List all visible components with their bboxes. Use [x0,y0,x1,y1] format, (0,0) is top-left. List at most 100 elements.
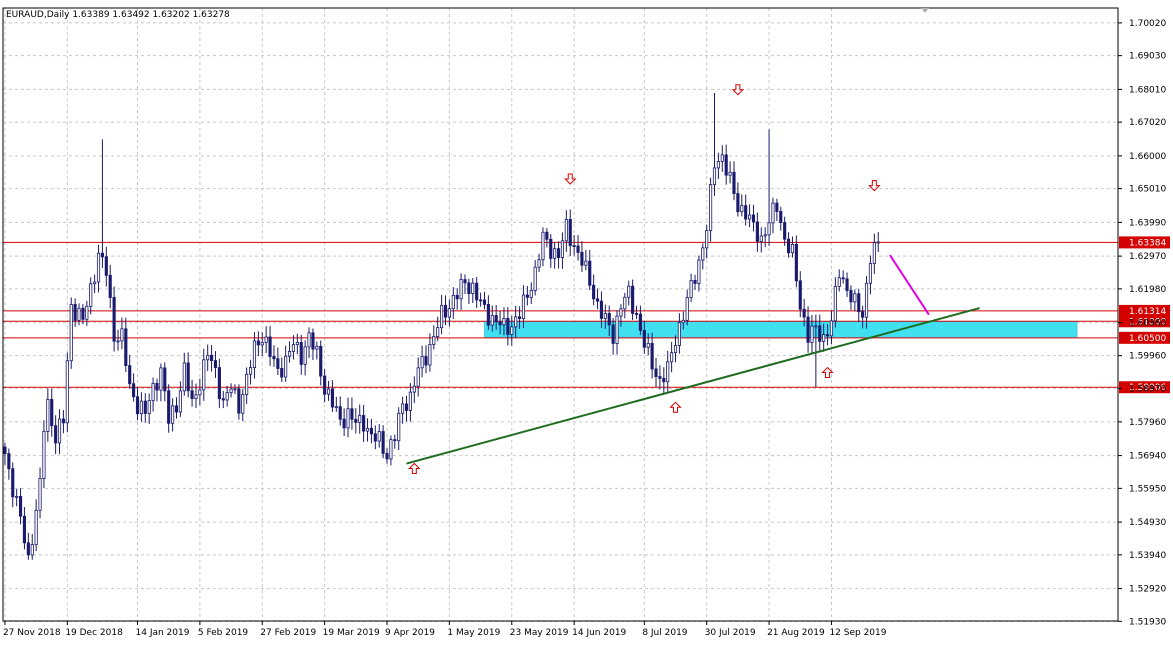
candle-bullish [229,388,233,394]
candle-bullish [15,496,19,498]
candle-bullish [77,307,81,321]
candle-bearish [494,315,498,323]
candle-bearish [525,294,529,298]
y-tick-label: 1.68010 [1129,85,1166,95]
candle-bearish [693,280,697,284]
candle-bearish [818,325,822,342]
candle-bearish [108,274,112,298]
candle-bullish [748,214,752,220]
candle-bearish [825,334,830,337]
candle-bearish [611,324,615,344]
candle-bullish [245,373,249,395]
candle-bullish [260,342,264,346]
candle-bearish [607,313,611,326]
x-tick-label: 19 Dec 2018 [65,628,123,638]
candle-bullish [709,184,713,231]
y-tick-label: 1.59960 [1129,352,1166,362]
candle-bearish [186,362,190,392]
candle-bearish [18,496,23,517]
candle-bullish [553,248,557,259]
candle-bearish [517,316,522,319]
candle-bullish [646,343,650,348]
candle-bullish [408,391,412,411]
candle-bearish [104,256,108,276]
candle-bearish [549,238,553,259]
candle-bullish [447,308,451,318]
candle-bullish [225,392,229,401]
candle-bullish [615,315,619,344]
candle-bearish [576,245,580,253]
y-tick-label: 1.55950 [1129,484,1166,494]
y-tick-label: 1.60960 [1129,319,1166,329]
candle-bearish [280,368,284,378]
candle-bearish [786,238,791,254]
candle-bullish [584,260,588,266]
candle-bullish [287,351,292,357]
candle-bullish [93,281,97,285]
y-tick-label: 1.67020 [1129,118,1166,128]
candle-bullish [412,385,416,393]
candle-bearish [479,299,483,302]
x-tick-label: 12 Sep 2019 [829,628,886,638]
candle-bullish [291,344,296,352]
candle-bearish [319,345,323,377]
candle-bullish [159,367,163,391]
candle-bearish [857,293,861,313]
x-tick-label: 14 Jun 2019 [572,628,626,638]
candle-bearish [424,356,428,366]
candle-bearish [861,311,865,318]
candle-bearish [26,542,30,556]
candle-bullish [202,359,206,391]
candle-bearish [167,390,171,424]
candle-bullish [876,241,880,244]
candle-bearish [475,282,479,301]
y-tick-label: 1.70020 [1129,19,1166,29]
candle-bullish [307,332,311,348]
candle-bearish [845,278,849,291]
candle-bearish [54,425,58,444]
candle-bearish [506,318,510,335]
x-tick-label: 30 Jul 2019 [705,628,756,638]
candle-bearish [482,299,487,305]
candle-bullish [740,205,744,213]
y-tick-label: 1.57960 [1129,418,1166,428]
y-tick-label: 1.69030 [1129,52,1166,62]
candle-bearish [61,418,65,424]
candle-bullish [57,418,62,444]
candle-bullish [705,230,709,249]
candle-bullish [790,244,795,254]
x-tick-label: 19 Mar 2019 [323,628,380,638]
candle-bearish [381,431,385,454]
candle-bullish [428,344,432,366]
candle-bearish [755,221,759,242]
candle-bearish [237,388,241,414]
candle-bearish [311,332,315,350]
candle-bearish [592,284,596,300]
candle-bearish [588,260,592,286]
candle-bearish [112,297,116,342]
candle-bearish [650,343,654,370]
candle-bullish [502,318,506,326]
candle-bullish [315,345,319,350]
candle-bearish [775,202,779,212]
candle-bullish [248,367,253,375]
candle-bearish [135,396,140,415]
candle-bullish [701,247,705,261]
candle-bearish [779,211,783,223]
candle-bearish [385,452,389,460]
candle-bearish [783,222,787,240]
candle-bullish [767,222,771,236]
candle-bullish [728,171,732,176]
candle-bullish [389,439,393,460]
candle-bearish [404,403,409,411]
y-tick-label: 1.61980 [1129,285,1166,295]
candle-bearish [463,279,467,284]
candle-bullish [459,279,463,300]
chart-svg: 1.633841.613141.610001.605001.59006 1.70… [0,0,1173,645]
candle-bullish [810,325,814,343]
candle-bullish [116,340,120,343]
candle-bullish [139,400,143,415]
candle-bearish [256,340,260,346]
candle-bullish [377,431,381,442]
candle-bullish [432,336,436,345]
